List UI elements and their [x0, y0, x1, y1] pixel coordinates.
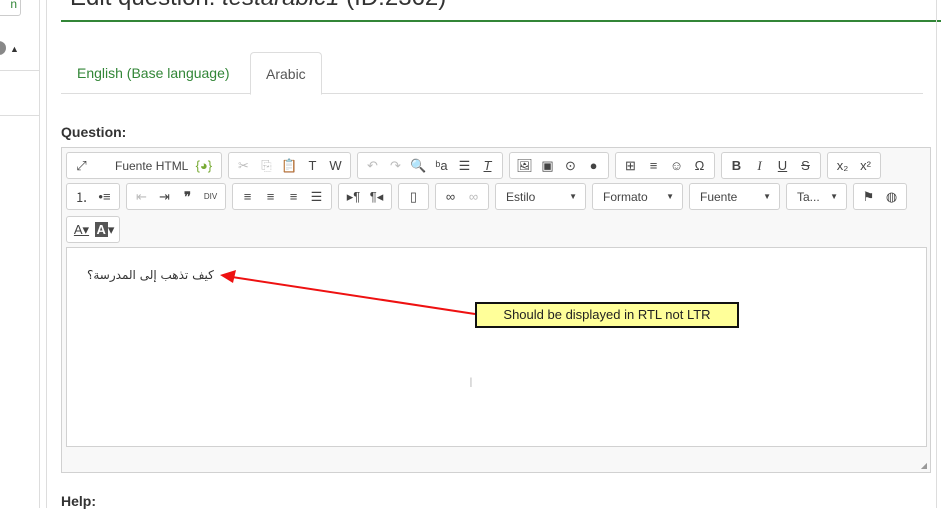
scrollbar[interactable]: [936, 0, 941, 508]
annotation-arrow: [220, 270, 476, 315]
annotation-note: Should be displayed in RTL not LTR: [475, 302, 739, 328]
help-label: Help:: [61, 493, 96, 509]
